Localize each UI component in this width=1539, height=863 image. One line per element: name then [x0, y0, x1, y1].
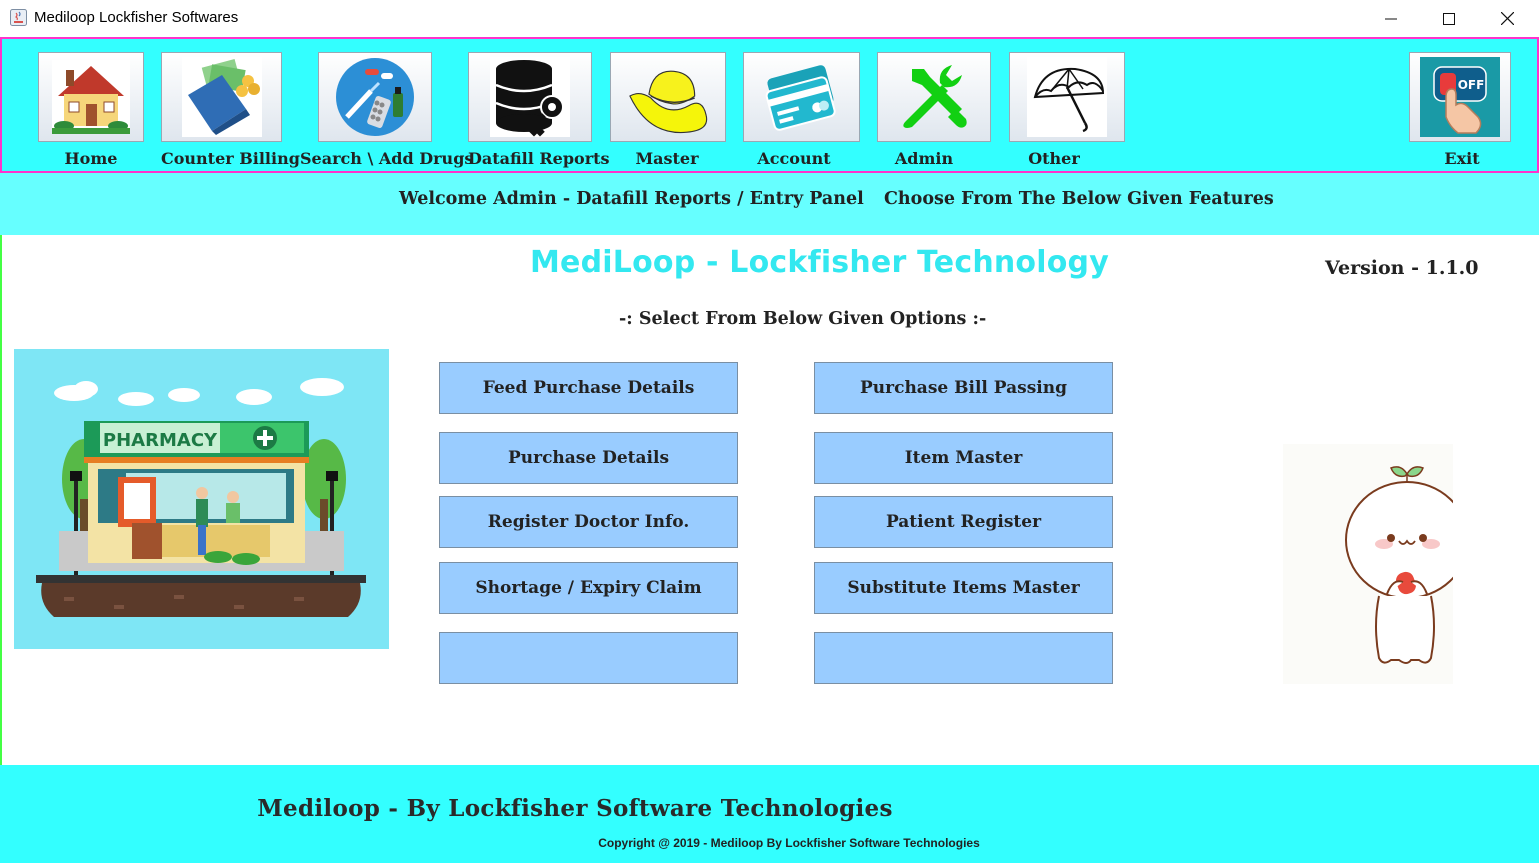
- master-button[interactable]: [610, 52, 726, 142]
- purchase-details-button[interactable]: Purchase Details: [439, 432, 738, 484]
- search-add-drugs-label[interactable]: Search \ Add Drugs: [300, 149, 473, 168]
- exit-button[interactable]: OFF: [1409, 52, 1511, 142]
- footer-title: Mediloop - By Lockfisher Software Techno…: [257, 795, 893, 822]
- search-add-drugs-button[interactable]: [318, 52, 432, 142]
- pharmacy-sign-text: PHARMACY: [103, 430, 218, 451]
- purchase-bill-passing-button[interactable]: Purchase Bill Passing: [814, 362, 1113, 414]
- blank-option-button-left[interactable]: [439, 632, 738, 684]
- account-button[interactable]: [743, 52, 860, 142]
- counter-billing-button[interactable]: [161, 52, 282, 142]
- version-label: Version - 1.1.0: [1325, 257, 1479, 279]
- options-heading: -: Select From Below Given Options :-: [619, 309, 987, 329]
- exit-off-text: OFF: [1458, 78, 1485, 92]
- account-label[interactable]: Account: [736, 149, 852, 168]
- patient-register-button[interactable]: Patient Register: [814, 496, 1113, 548]
- footer: Mediloop - By Lockfisher Software Techno…: [0, 765, 1539, 863]
- mascot-illustration: [1283, 444, 1469, 684]
- power-off-icon: OFF: [1420, 57, 1500, 137]
- item-master-button[interactable]: Item Master: [814, 432, 1113, 484]
- features-hint-text: Choose From The Below Given Features: [884, 189, 1274, 209]
- admin-label[interactable]: Admin: [874, 149, 974, 168]
- credit-card-icon: [762, 57, 842, 137]
- hat-icon: [628, 57, 708, 137]
- datafill-reports-label[interactable]: Datafill Reports: [468, 149, 610, 168]
- counter-billing-label[interactable]: Counter Billing: [161, 149, 300, 168]
- wallet-icon: [181, 57, 262, 137]
- footer-copyright: Copyright @ 2019 - Mediloop By Lockfishe…: [598, 836, 980, 850]
- datafill-reports-button[interactable]: [468, 52, 592, 142]
- exit-label[interactable]: Exit: [1412, 149, 1512, 168]
- register-doctor-info-button[interactable]: Register Doctor Info.: [439, 496, 738, 548]
- shortage-expiry-claim-button[interactable]: Shortage / Expiry Claim: [439, 562, 738, 614]
- close-button[interactable]: [1478, 0, 1536, 37]
- maximize-button[interactable]: [1420, 0, 1478, 37]
- title-bar: Mediloop Lockfisher Softwares: [0, 0, 1539, 37]
- database-key-icon: [490, 57, 570, 137]
- substitute-items-master-button[interactable]: Substitute Items Master: [814, 562, 1113, 614]
- medicine-icon: [335, 57, 415, 137]
- master-label[interactable]: Master: [610, 149, 724, 168]
- java-app-icon: [10, 9, 27, 26]
- umbrella-icon: [1027, 57, 1107, 137]
- minimize-button[interactable]: [1362, 0, 1420, 37]
- left-edge-line: [0, 235, 2, 765]
- welcome-banner: Welcome Admin - Datafill Reports / Entry…: [0, 173, 1539, 235]
- window-title: Mediloop Lockfisher Softwares: [34, 9, 239, 26]
- home-label[interactable]: Home: [38, 149, 144, 168]
- main-toolbar: Home Counter Billing Search \ Add Drugs …: [0, 37, 1539, 173]
- other-label[interactable]: Other: [1004, 149, 1104, 168]
- tools-icon: [894, 57, 974, 137]
- admin-button[interactable]: [877, 52, 991, 142]
- welcome-text: Welcome Admin - Datafill Reports / Entry…: [399, 189, 864, 209]
- home-button[interactable]: [38, 52, 144, 142]
- house-icon: [51, 57, 131, 137]
- page-title: MediLoop - Lockfisher Technology: [530, 245, 1109, 280]
- other-button[interactable]: [1009, 52, 1125, 142]
- blank-option-button-right[interactable]: [814, 632, 1113, 684]
- feed-purchase-details-button[interactable]: Feed Purchase Details: [439, 362, 738, 414]
- pharmacy-illustration: PHARMACY: [14, 349, 389, 649]
